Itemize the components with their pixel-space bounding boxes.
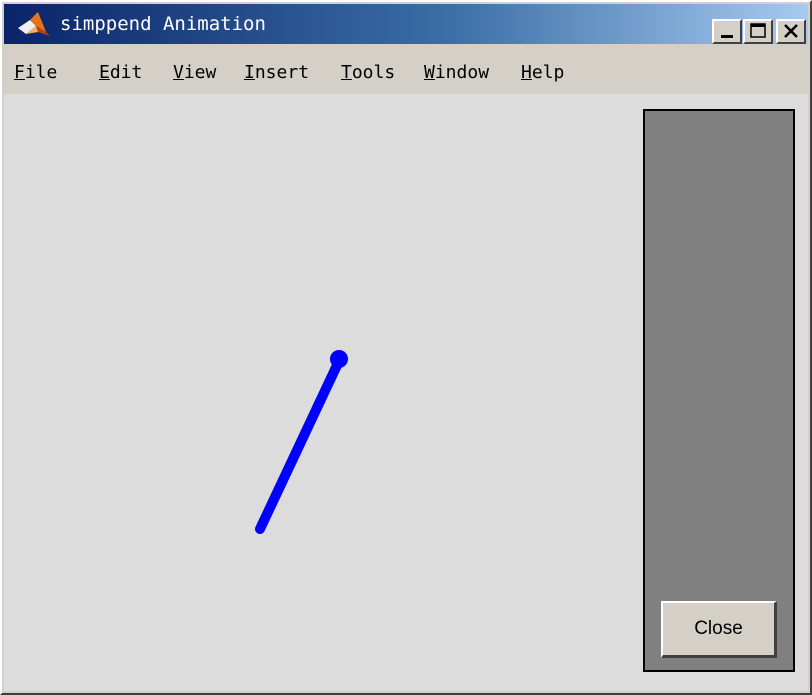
close-button[interactable]: Close — [661, 601, 777, 658]
matlab-logo-icon — [18, 12, 50, 36]
pendulum-plot — [255, 350, 348, 534]
figure-canvas: Close — [4, 94, 808, 691]
simppend-window: simppend Animation File Edit View Insert… — [0, 0, 812, 695]
pendulum-pivot — [330, 350, 348, 368]
menu-file[interactable]: File — [14, 62, 57, 83]
title-bar[interactable]: simppend Animation — [4, 4, 808, 44]
menu-insert[interactable]: Insert — [244, 62, 309, 83]
menu-edit[interactable]: Edit — [99, 62, 142, 83]
close-window-button[interactable] — [776, 19, 806, 44]
minimize-button[interactable] — [712, 19, 742, 44]
menu-tools[interactable]: Tools — [341, 62, 395, 83]
close-icon — [784, 24, 798, 38]
window-title: simppend Animation — [60, 13, 266, 35]
menu-bar: File Edit View Insert Tools Window Help — [4, 54, 808, 94]
minimize-icon — [721, 35, 733, 38]
pendulum-rod — [255, 356, 344, 534]
maximize-icon — [750, 23, 766, 38]
menu-view[interactable]: View — [173, 62, 216, 83]
menu-window[interactable]: Window — [424, 62, 489, 83]
menu-help[interactable]: Help — [521, 62, 564, 83]
control-panel: Close — [643, 109, 795, 672]
maximize-button[interactable] — [743, 19, 773, 44]
